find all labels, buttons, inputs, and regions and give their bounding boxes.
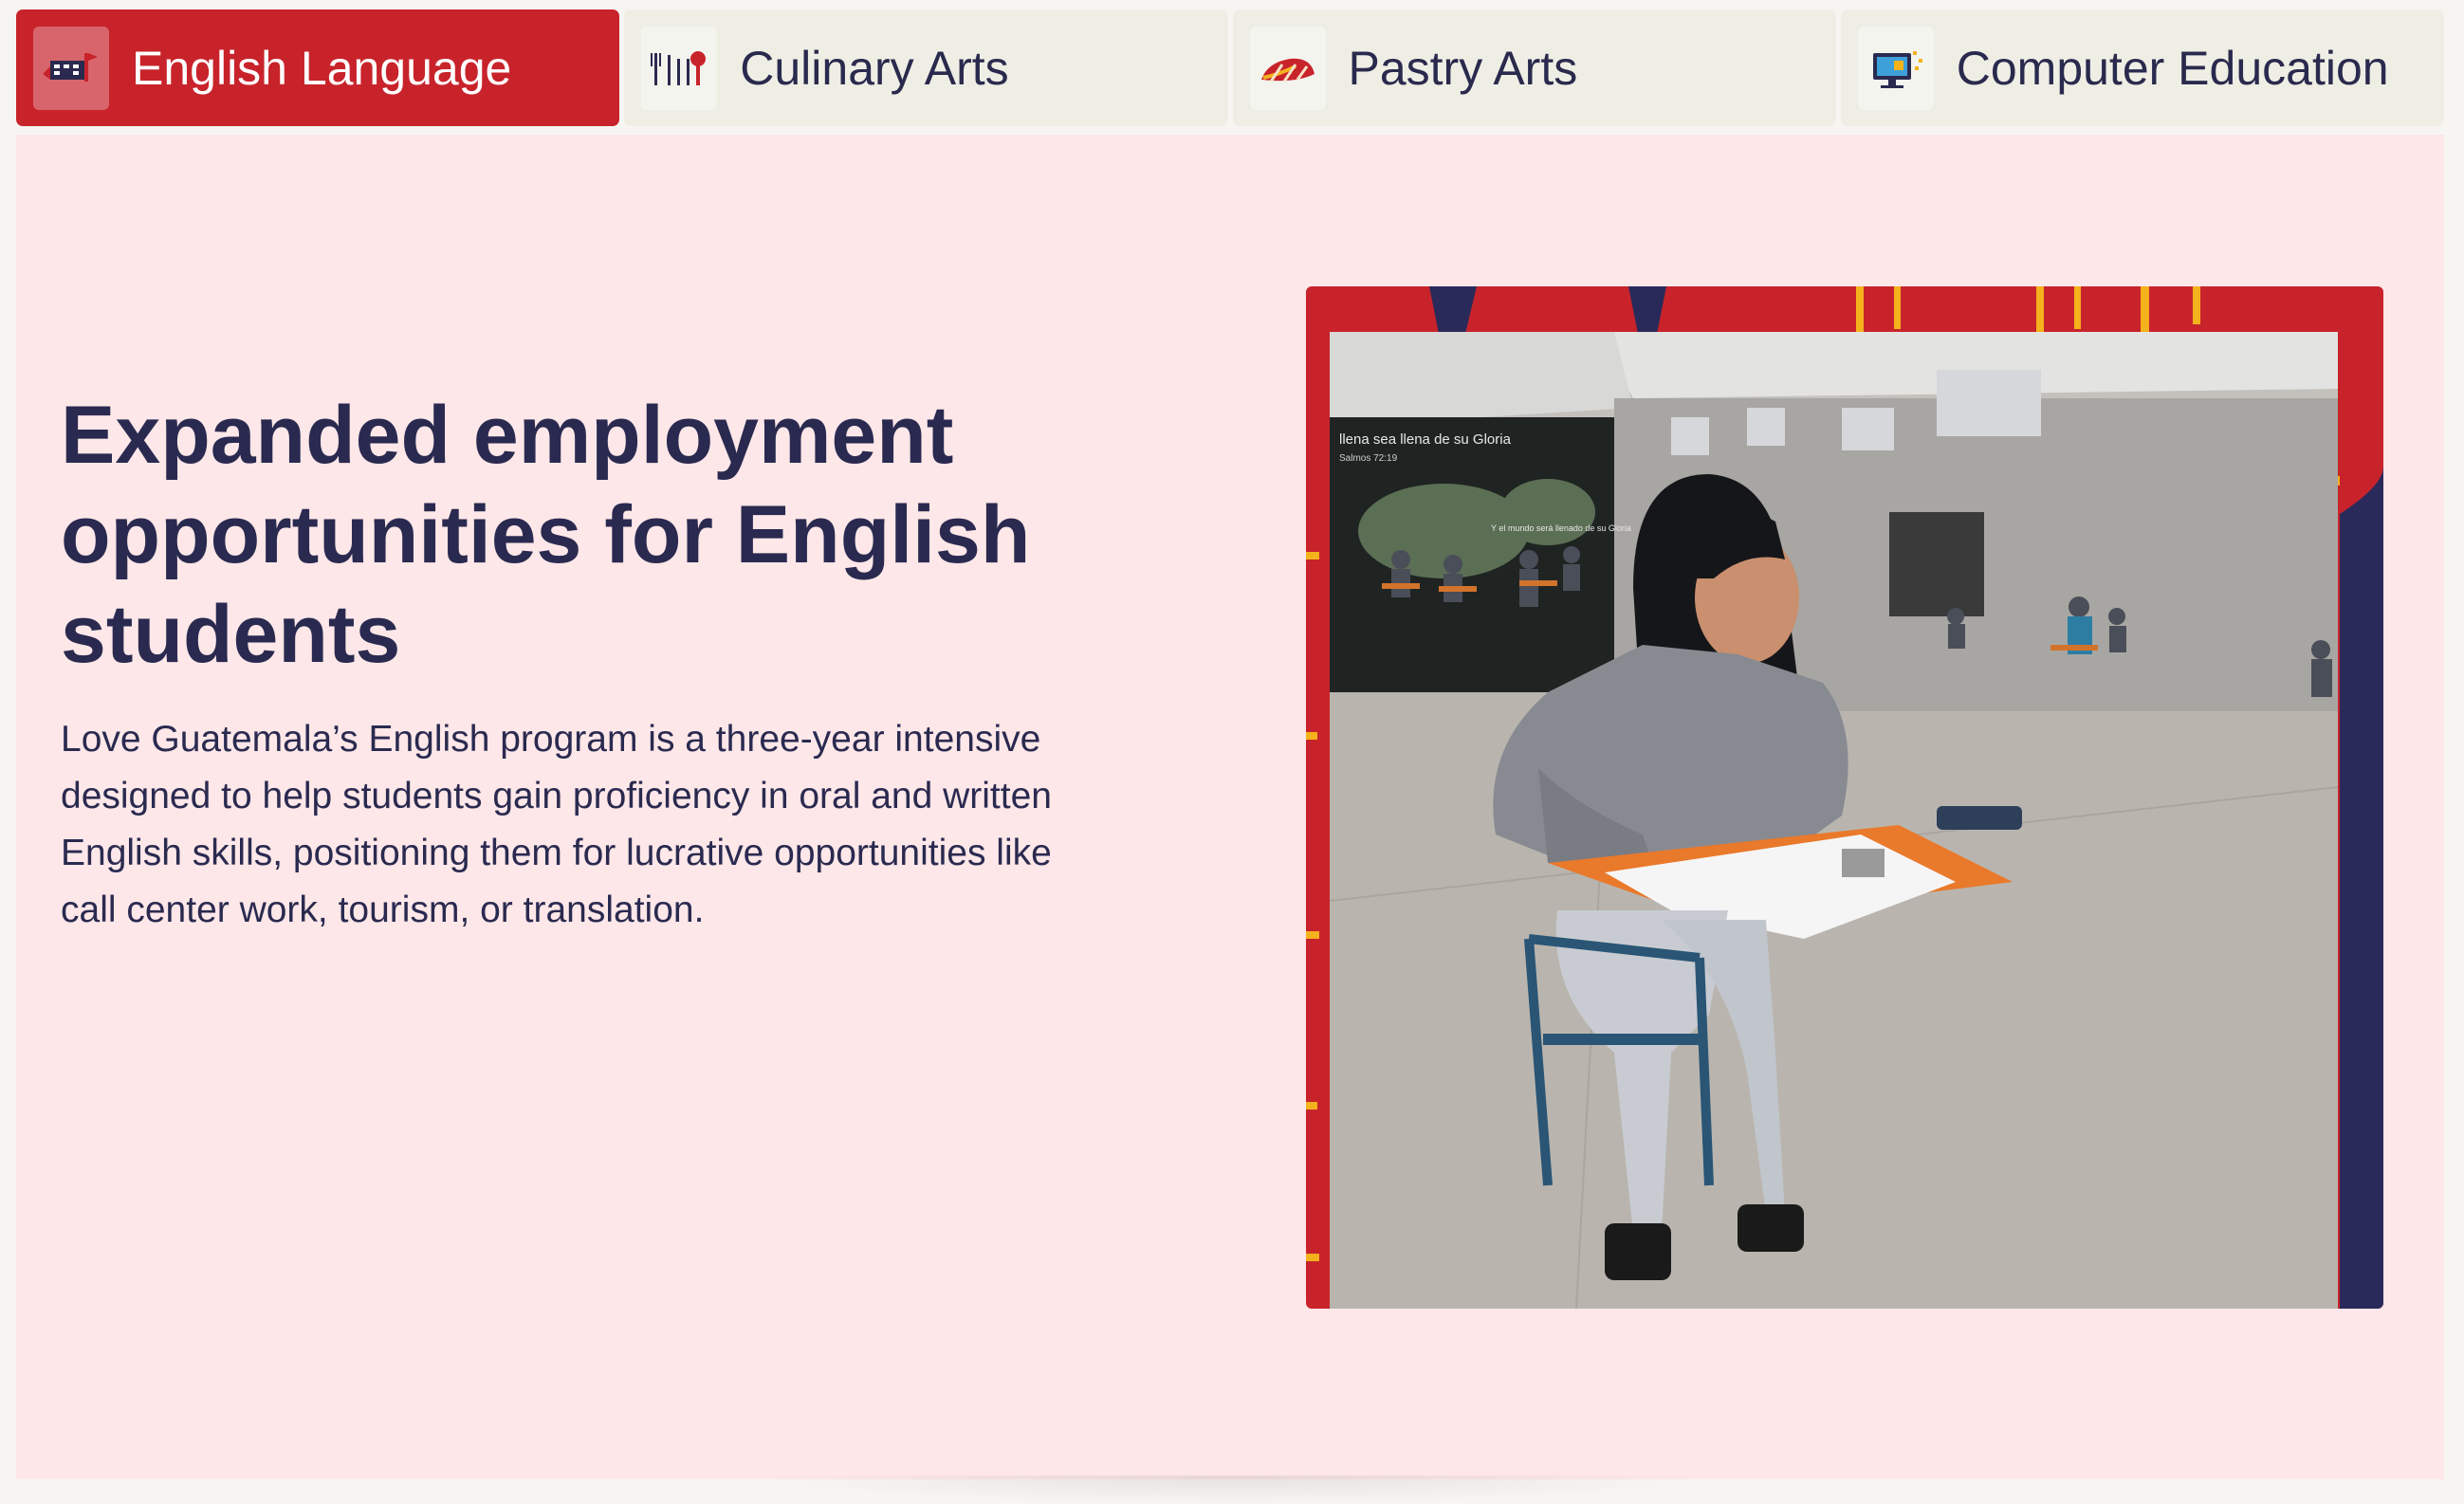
wall-verse-reference: Salmos 72:19 [1339,453,1398,464]
tab-label: Computer Education [1956,41,2389,95]
utensils-icon [641,26,718,110]
tab-pastry-arts[interactable]: Pastry Arts [1232,9,1836,126]
section-headline: Expanded employment opportunities for En… [61,390,1031,680]
tab-label: Culinary Arts [740,41,1009,95]
tab-english-language[interactable]: English Language [16,9,620,126]
program-photo: llena sea llena de su Gloria Salmos 72:1… [1306,286,2383,1309]
tab-label: Pastry Arts [1348,41,1578,95]
program-tabs: English Language Culinary Arts Pastry Ar… [16,9,2444,126]
pastry-icon [1249,26,1326,110]
classroom-photo: llena sea llena de su Gloria Salmos 72:1… [1329,332,2339,1309]
wall-verse: llena sea llena de su Gloria [1339,431,1512,448]
wall-verse-secondary: Y el mundo será llenado de su Gloria [1491,523,1631,533]
computer-icon [1857,26,1934,110]
english-flag-icon [33,26,109,110]
panel-shadow [759,1476,1707,1504]
tab-label: English Language [132,41,512,95]
tab-computer-education[interactable]: Computer Education [1840,9,2444,126]
section-description: Love Guatemala’s English program is a th… [61,719,1052,930]
tab-culinary-arts[interactable]: Culinary Arts [624,9,1228,126]
